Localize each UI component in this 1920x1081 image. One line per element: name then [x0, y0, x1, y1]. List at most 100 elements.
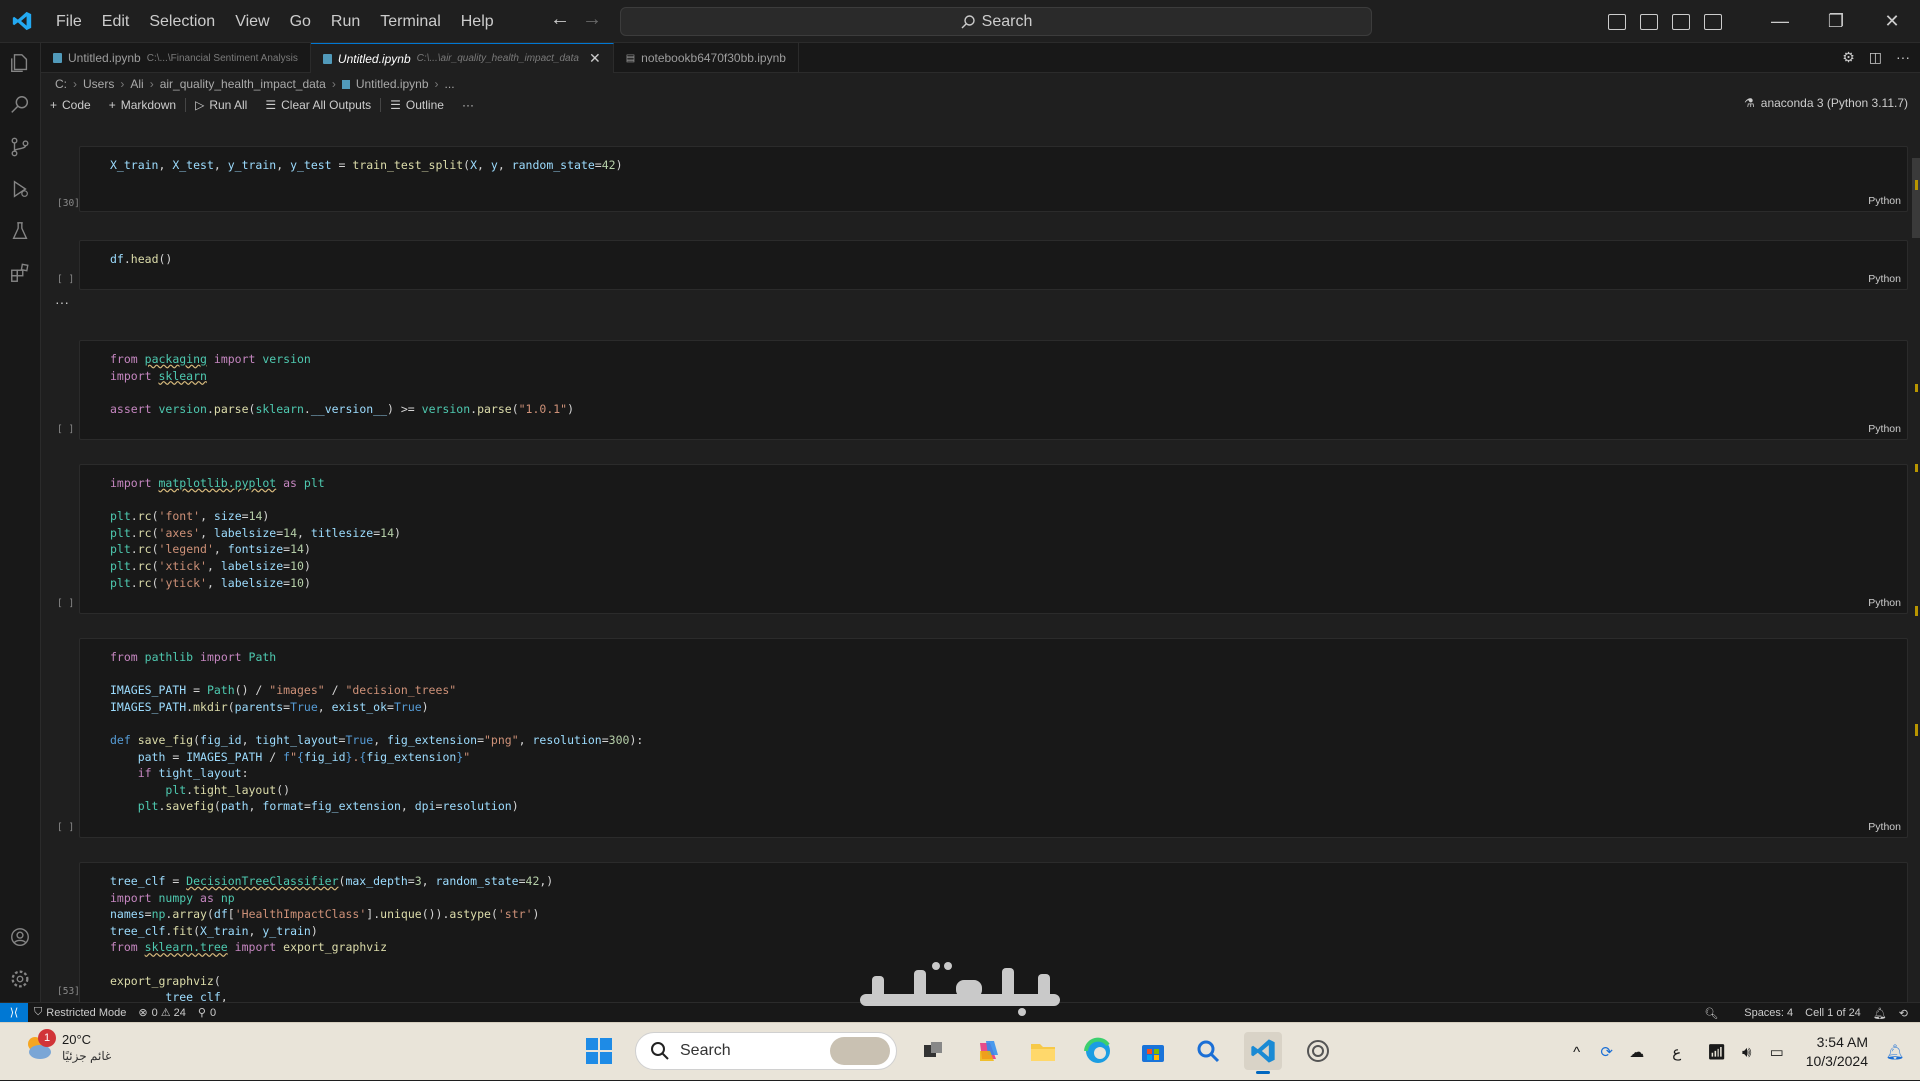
- run-all-button[interactable]: ▷ Run All: [186, 98, 256, 112]
- execution-count: [53]: [57, 986, 80, 997]
- remote-indicator-icon[interactable]: ⟩⟨: [0, 1002, 28, 1023]
- zoom-icon[interactable]: 🔍︎: [1698, 1007, 1724, 1020]
- run-debug-icon[interactable]: [8, 177, 32, 201]
- cell-code[interactable]: import matplotlib.pyplot as plt plt.rc('…: [110, 475, 401, 591]
- breadcrumb-item[interactable]: air_quality_health_impact_data: [160, 77, 326, 91]
- minimize-icon[interactable]: —: [1752, 0, 1808, 43]
- breadcrumb-item[interactable]: Untitled.ipynb: [356, 77, 429, 91]
- cell-language[interactable]: Python: [1868, 821, 1901, 833]
- ports-indicator[interactable]: ⚲ 0: [192, 1006, 222, 1020]
- breadcrumb-item[interactable]: C:: [55, 77, 67, 91]
- battery-icon[interactable]: ▭: [1762, 1043, 1792, 1061]
- cell-language[interactable]: Python: [1868, 195, 1901, 207]
- plus-icon: +: [50, 98, 58, 112]
- cell-language[interactable]: Python: [1868, 273, 1901, 285]
- cell-code[interactable]: df.head(): [110, 251, 172, 268]
- tab-close-icon[interactable]: ✕: [589, 50, 601, 67]
- output-more-icon[interactable]: ···: [55, 294, 69, 310]
- sync-icon[interactable]: ⟳: [1592, 1043, 1622, 1061]
- menu-file[interactable]: File: [46, 0, 92, 43]
- menu-run[interactable]: Run: [321, 0, 370, 43]
- taskbar-apps: Search: [580, 1032, 1337, 1074]
- problems-indicator[interactable]: ⊗ 0 ⚠ 24: [132, 1006, 192, 1019]
- kernel-picker[interactable]: ⚗ anaconda 3 (Python 3.11.7): [1744, 96, 1908, 110]
- cell-code[interactable]: from pathlib import Path IMAGES_PATH = P…: [110, 649, 643, 815]
- file-explorer-icon[interactable]: [1024, 1032, 1062, 1070]
- editor-scrollbar[interactable]: [1912, 158, 1920, 238]
- edge-icon[interactable]: [1079, 1032, 1117, 1070]
- code-cell[interactable]: X_train, X_test, y_train, y_test = train…: [79, 146, 1908, 212]
- camera-app-icon[interactable]: [1299, 1032, 1337, 1070]
- cell-code[interactable]: tree_clf = DecisionTreeClassifier(max_de…: [110, 873, 553, 1006]
- forward-arrow-icon[interactable]: →: [582, 8, 602, 31]
- menu-edit[interactable]: Edit: [92, 0, 140, 43]
- menu-view[interactable]: View: [225, 0, 279, 43]
- chevron-up-icon[interactable]: ^: [1562, 1044, 1592, 1061]
- task-view-icon[interactable]: [914, 1032, 952, 1070]
- sync-icon[interactable]: ⟲: [1893, 1007, 1914, 1020]
- notifications-bell-icon[interactable]: 🔔︎: [1867, 1007, 1893, 1020]
- tab-notebook-b6470[interactable]: ▤ notebookb6470f30bb.ipynb: [614, 43, 799, 73]
- menu-go[interactable]: Go: [280, 0, 321, 43]
- indentation-indicator[interactable]: Spaces: 4: [1738, 1007, 1799, 1019]
- breadcrumb-item[interactable]: ...: [445, 77, 455, 91]
- code-cell[interactable]: df.head() Python: [79, 240, 1908, 290]
- cell-code[interactable]: from packaging import version import skl…: [110, 351, 574, 417]
- volume-icon[interactable]: 🔊︎: [1732, 1044, 1762, 1061]
- restricted-mode-indicator[interactable]: ⛉ Restricted Mode: [28, 1006, 132, 1019]
- cell-language[interactable]: Python: [1868, 597, 1901, 609]
- settings-gear-icon[interactable]: [8, 967, 32, 991]
- back-arrow-icon[interactable]: ←: [550, 8, 570, 31]
- search-app-icon[interactable]: [1189, 1032, 1227, 1070]
- notebook-file-icon: [322, 53, 332, 64]
- menu-selection[interactable]: Selection: [139, 0, 225, 43]
- breadcrumb-item[interactable]: Ali: [130, 77, 143, 91]
- restore-icon[interactable]: ❐: [1808, 0, 1864, 43]
- more-actions-icon[interactable]: ···: [1896, 49, 1910, 66]
- clock[interactable]: 3:54 AM 10/3/2024: [1806, 1033, 1868, 1071]
- vscode-logo-icon[interactable]: [0, 0, 44, 43]
- search-icon[interactable]: [8, 93, 32, 117]
- vscode-taskbar-icon[interactable]: [1244, 1032, 1282, 1074]
- split-editor-icon[interactable]: ◫: [1869, 49, 1882, 66]
- onedrive-cloud-icon[interactable]: ☁: [1622, 1043, 1652, 1061]
- clear-outputs-button[interactable]: ☰ Clear All Outputs: [256, 98, 380, 112]
- explorer-icon[interactable]: [8, 51, 32, 75]
- code-cell[interactable]: from pathlib import Path IMAGES_PATH = P…: [79, 638, 1908, 838]
- breadcrumb-item[interactable]: Users: [83, 77, 114, 91]
- code-cell[interactable]: import matplotlib.pyplot as plt plt.rc('…: [79, 464, 1908, 614]
- source-control-icon[interactable]: [8, 135, 32, 159]
- menu-help[interactable]: Help: [451, 0, 504, 43]
- toggle-secondary-sidebar-icon[interactable]: [1672, 13, 1690, 30]
- copilot-icon[interactable]: [969, 1032, 1007, 1070]
- notifications-bell-icon[interactable]: 🔔︎: [1880, 1043, 1910, 1061]
- store-icon[interactable]: [1134, 1032, 1172, 1070]
- add-markdown-button[interactable]: + Markdown: [100, 98, 185, 112]
- command-center-search[interactable]: Search: [620, 7, 1372, 36]
- wifi-icon[interactable]: 📶︎: [1702, 1043, 1732, 1061]
- toggle-sidebar-icon[interactable]: [1608, 13, 1626, 30]
- cell-code[interactable]: X_train, X_test, y_train, y_test = train…: [110, 157, 623, 174]
- outline-button[interactable]: ☰ Outline: [381, 98, 453, 112]
- taskbar-search-box[interactable]: Search: [635, 1032, 897, 1070]
- close-icon[interactable]: ✕: [1864, 0, 1920, 43]
- extensions-icon[interactable]: [8, 261, 32, 285]
- tab-air-quality[interactable]: Untitled.ipynb C:\...\air_quality_health…: [310, 43, 614, 73]
- testing-icon[interactable]: [8, 219, 32, 243]
- cell-language[interactable]: Python: [1868, 423, 1901, 435]
- weather-widget[interactable]: 20°C غائم جزئيًا: [22, 1031, 111, 1063]
- toggle-panel-icon[interactable]: [1640, 13, 1658, 30]
- tab-desc: C:\...\Financial Sentiment Analysis: [146, 52, 298, 64]
- execution-count: [ ]: [57, 424, 75, 435]
- cell-indicator[interactable]: Cell 1 of 24: [1799, 1007, 1867, 1019]
- input-language-indicator[interactable]: ع: [1662, 1043, 1692, 1061]
- customize-layout-icon[interactable]: [1704, 13, 1722, 30]
- windows-start-icon[interactable]: [580, 1032, 618, 1070]
- more-toolbar-button[interactable]: ···: [453, 98, 483, 112]
- code-cell[interactable]: from packaging import version import skl…: [79, 340, 1908, 440]
- menu-terminal[interactable]: Terminal: [370, 0, 450, 43]
- tab-financial-sentiment[interactable]: Untitled.ipynb C:\...\Financial Sentimen…: [41, 43, 311, 73]
- add-code-button[interactable]: + Code: [41, 98, 100, 112]
- account-icon[interactable]: [8, 925, 32, 949]
- notebook-settings-gear-icon[interactable]: ⚙: [1842, 49, 1855, 66]
